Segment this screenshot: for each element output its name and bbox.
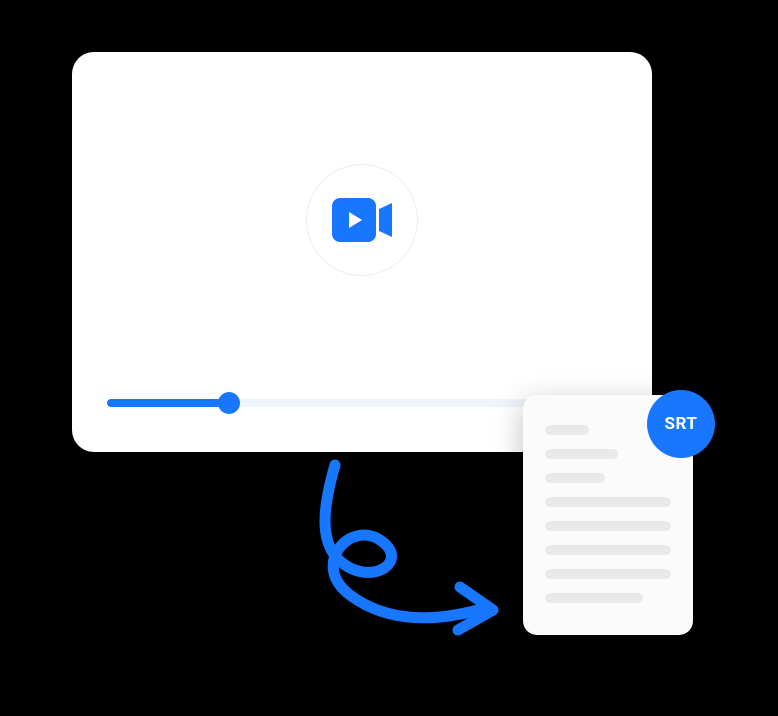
- progress-fill: [107, 399, 229, 407]
- srt-document: SRT: [523, 395, 693, 635]
- srt-badge: SRT: [647, 390, 715, 458]
- document-line: [545, 521, 671, 531]
- play-video-button[interactable]: [306, 164, 418, 276]
- arrow-icon: [280, 450, 510, 650]
- video-player-card: [72, 52, 652, 452]
- srt-badge-label: SRT: [665, 414, 698, 434]
- document-line: [545, 449, 618, 459]
- document-line: [545, 497, 671, 507]
- document-line: [545, 569, 671, 579]
- video-camera-icon: [332, 198, 392, 242]
- document-line: [545, 425, 589, 435]
- progress-thumb[interactable]: [218, 392, 240, 414]
- document-line: [545, 545, 671, 555]
- document-line: [545, 473, 605, 483]
- document-line: [545, 593, 643, 603]
